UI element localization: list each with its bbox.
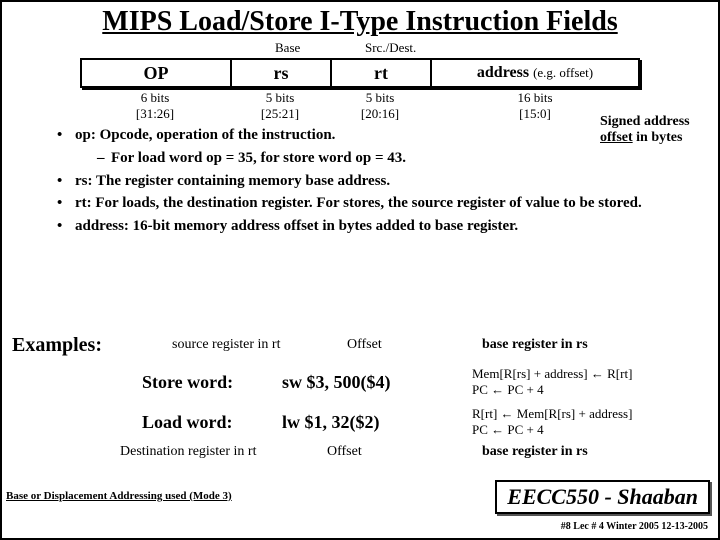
lw-sem1: R[rt] ← Mem[R[rs] + address] <box>472 406 632 421</box>
bullet-list: op: Opcode, operation of the instruction… <box>57 126 688 236</box>
addr-bits: 16 bits <box>517 90 552 106</box>
example-lw: Load word: lw $1, 32($2) R[rt] ← Mem[R[r… <box>2 402 720 442</box>
example-rows: Store word: sw $3, 500($4) Mem[R[rs] + a… <box>2 362 720 442</box>
label-base-reg-bot: base register in rs <box>482 444 588 460</box>
sw-code: sw $3, 500($4) <box>282 372 452 393</box>
instruction-field-diagram: Base Src./Dest. OP rs rt address (e.g. o… <box>80 40 640 122</box>
lw-label: Load word: <box>2 412 282 433</box>
sw-label: Store word: <box>2 372 282 393</box>
lw-sem2: PC ← PC + 4 <box>472 422 544 437</box>
sw-sem2: PC ← PC + 4 <box>472 382 544 397</box>
examples-heading: Examples: <box>12 334 102 357</box>
bits-row: 6 bits [31:26] 5 bits [25:21] 5 bits [20… <box>80 90 640 122</box>
field-row: OP rs rt address (e.g. offset) <box>80 58 640 88</box>
bullet-op-sub: For load word op = 35, for store word op… <box>97 149 688 168</box>
page-title: MIPS Load/Store I-Type Instruction Field… <box>2 2 718 40</box>
addr-range: [15:0] <box>519 106 551 122</box>
label-offset-top: Offset <box>347 337 382 353</box>
field-rs: rs <box>232 60 332 86</box>
label-source-reg: source register in rt <box>172 337 280 353</box>
bullet-op: op: Opcode, operation of the instruction… <box>57 126 688 145</box>
label-base: Base <box>275 40 300 56</box>
lw-semantics: R[rt] ← Mem[R[rs] + address] PC ← PC + 4 <box>452 406 720 437</box>
label-base-reg-top: base register in rs <box>482 337 588 353</box>
field-address-eg: (e.g. offset) <box>533 65 593 81</box>
sw-semantics: Mem[R[rs] + address] ← R[rt] PC ← PC + 4 <box>452 366 720 397</box>
footer-addressing-mode: Base or Displacement Addressing used (Mo… <box>6 490 232 502</box>
rs-bits: 5 bits <box>266 90 295 106</box>
bullet-rs: rs: The register containing memory base … <box>57 172 688 191</box>
lw-code: lw $1, 32($2) <box>282 412 452 433</box>
bullet-address: address: 16-bit memory address offset in… <box>57 217 688 236</box>
bullet-rt: rt: For loads, the destination register.… <box>57 194 688 213</box>
label-srcdest: Src./Dest. <box>365 40 416 56</box>
rs-range: [25:21] <box>261 106 299 122</box>
footer-meta: #8 Lec # 4 Winter 2005 12-13-2005 <box>561 521 708 532</box>
field-address: address (e.g. offset) <box>432 60 638 86</box>
op-bits: 6 bits <box>141 90 170 106</box>
example-sw: Store word: sw $3, 500($4) Mem[R[rs] + a… <box>2 362 720 402</box>
sw-sem1: Mem[R[rs] + address] ← R[rt] <box>472 366 632 381</box>
field-op: OP <box>82 60 232 86</box>
label-dest-reg: Destination register in rt <box>120 444 256 460</box>
op-range: [31:26] <box>136 106 174 122</box>
field-rt: rt <box>332 60 432 86</box>
rt-bits: 5 bits <box>366 90 395 106</box>
field-address-text: address <box>477 64 529 82</box>
footer-course-box: EECC550 - Shaaban <box>495 480 710 514</box>
label-offset-bot: Offset <box>327 444 362 460</box>
rt-range: [20:16] <box>361 106 399 122</box>
